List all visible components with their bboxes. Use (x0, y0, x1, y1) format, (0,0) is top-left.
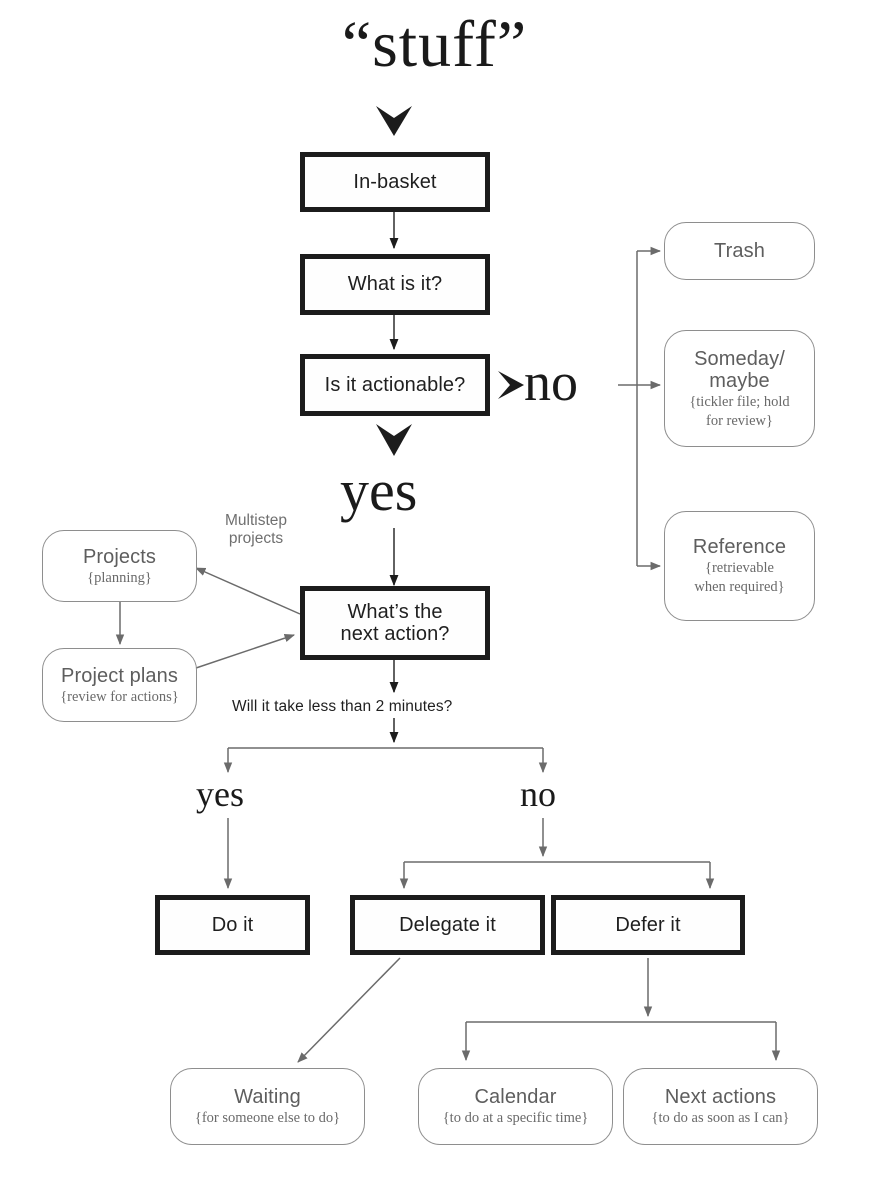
node-calendar[interactable]: Calendar {to do at a specific time} (418, 1068, 613, 1145)
node-reference-sublabel-line2: when required} (694, 579, 785, 595)
node-project-plans-label: Project plans (61, 664, 178, 687)
node-reference-label: Reference (692, 536, 787, 559)
node-delegate-it-label: Delegate it (399, 913, 496, 936)
node-project-plans-sublabel: {review for actions} (60, 688, 179, 705)
node-is-it-actionable[interactable]: Is it actionable? (300, 354, 490, 416)
node-next-action-label-line2: next action? (340, 623, 450, 645)
label-yes-two-minutes: yes (196, 774, 244, 814)
node-someday-sublabel-line2: for review} (706, 412, 773, 429)
node-next-actions[interactable]: Next actions {to do as soon as I can} (623, 1068, 818, 1145)
edge-is-actionable-to-yes (376, 424, 412, 456)
node-defer-it[interactable]: Defer it (551, 895, 745, 955)
node-waiting-sublabel: {for someone else to do} (194, 1110, 341, 1127)
node-in-basket-label: In-basket (353, 170, 437, 193)
label-multistep-projects: Multistep projects (224, 512, 288, 547)
node-projects-sublabel: {planning} (87, 569, 152, 586)
node-delegate-it[interactable]: Delegate it (350, 895, 545, 955)
node-someday-maybe[interactable]: Someday/ maybe {tickler file; hold for r… (664, 330, 815, 447)
node-waiting[interactable]: Waiting {for someone else to do} (170, 1068, 365, 1145)
node-calendar-label: Calendar (474, 1086, 557, 1109)
node-trash[interactable]: Trash (664, 222, 815, 280)
edge-stuff-to-in-basket (376, 106, 412, 136)
node-someday-sublabel-line1: {tickler file; hold (689, 393, 790, 410)
node-do-it[interactable]: Do it (155, 895, 310, 955)
node-what-is-it[interactable]: What is it? (300, 254, 490, 315)
label-no-not-actionable: no (524, 352, 578, 412)
edge-project-plans-to-next-action (195, 634, 295, 669)
edge-next-action-to-projects (195, 567, 301, 615)
node-next-actions-sublabel: {to do as soon as I can} (651, 1110, 790, 1127)
edge-delegate-to-waiting (297, 957, 401, 1063)
label-no-two-minutes: no (520, 774, 556, 814)
node-what-is-it-label: What is it? (347, 273, 443, 296)
flowchart-canvas: “stuff” no yes Multistep projects Will i… (0, 0, 869, 1186)
node-is-it-actionable-label: Is it actionable? (324, 373, 466, 396)
node-calendar-sublabel: {to do at a specific time} (442, 1110, 589, 1127)
node-reference-sublabel-line1: {retrievable (705, 560, 774, 577)
node-someday-label-line1: Someday/ (694, 347, 785, 370)
node-in-basket[interactable]: In-basket (300, 152, 490, 212)
node-whats-the-next-action[interactable]: What’s the next action? (300, 586, 490, 660)
node-do-it-label: Do it (211, 913, 254, 936)
node-project-plans[interactable]: Project plans {review for actions} (42, 648, 197, 722)
node-reference[interactable]: Reference {retrievable when required} (664, 511, 815, 621)
node-waiting-label: Waiting (234, 1086, 301, 1109)
node-someday-label-line2: maybe (709, 369, 770, 392)
label-yes-actionable: yes (340, 458, 418, 523)
label-two-minutes-question: Will it take less than 2 minutes? (232, 698, 453, 715)
page-title: “stuff” (341, 8, 528, 81)
node-next-action-label-line1: What’s the (347, 600, 443, 623)
edge-is-actionable-to-no (498, 371, 524, 399)
node-trash-label: Trash (714, 240, 765, 262)
node-projects[interactable]: Projects {planning} (42, 530, 197, 602)
node-defer-it-label: Defer it (615, 913, 681, 936)
node-projects-label: Projects (82, 545, 157, 568)
node-next-actions-label: Next actions (664, 1086, 777, 1109)
